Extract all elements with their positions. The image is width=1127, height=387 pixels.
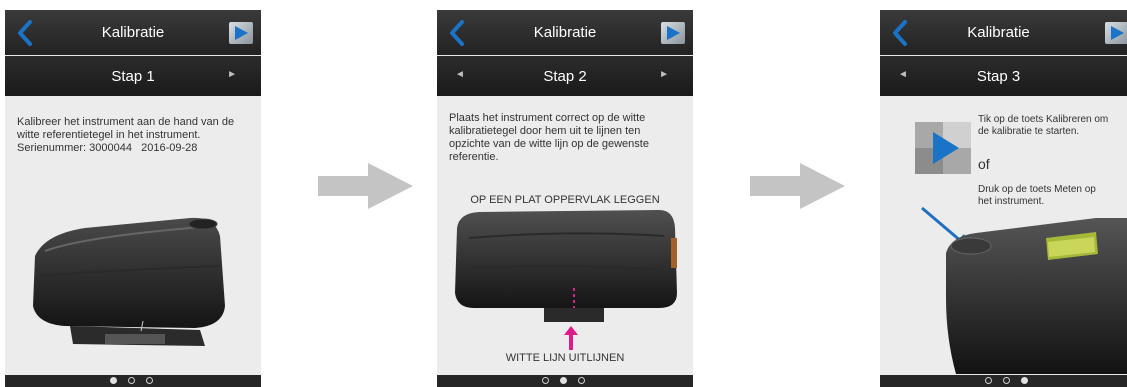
- play-icon: [1111, 26, 1124, 40]
- tip-line: de kalibratie te starten.: [978, 126, 1080, 137]
- step-navigation-bar: ◄ Stap 2 ►: [437, 56, 693, 96]
- instrument-image: [33, 217, 225, 346]
- calibration-screen-step3: Kalibratie ◄ Stap 3 Tik op de toets Kali…: [880, 10, 1127, 387]
- top-caption: OP EEN PLAT OPPERVLAK LEGGEN: [470, 194, 660, 206]
- serial-number: Serienummer: 3000044: [17, 142, 132, 154]
- description-line: Plaats het instrument correct op de witt…: [449, 112, 646, 124]
- step-label: Stap 2: [543, 68, 587, 85]
- step-navigation-bar: Stap 1 ►: [5, 56, 261, 96]
- alt-line: het instrument.: [978, 196, 1045, 207]
- description-line: Kalibreer het instrument aan de hand van…: [17, 116, 235, 128]
- play-button[interactable]: [1105, 22, 1127, 44]
- step-content: Kalibreer het instrument aan de hand van…: [5, 96, 261, 377]
- or-label: of: [978, 156, 990, 172]
- pager-dot-active: [560, 377, 567, 384]
- play-icon: [235, 26, 248, 40]
- pager-dots: [437, 375, 693, 387]
- pager-dot: [146, 377, 153, 384]
- serial-date: 2016-09-28: [141, 142, 198, 154]
- title-bar: Kalibratie: [880, 10, 1127, 55]
- tip-text: Tik op de toets Kalibreren om de kalibra…: [978, 114, 1127, 138]
- alt-line: Druk op de toets Meten op: [978, 184, 1096, 195]
- flow-arrow-icon: [750, 163, 845, 209]
- page-title: Kalibratie: [533, 24, 597, 41]
- description-line: witte referentietegel in het instrument.: [17, 129, 201, 141]
- play-button[interactable]: [661, 22, 685, 44]
- pager-dots: [880, 375, 1127, 387]
- next-step-arrow-icon[interactable]: ►: [227, 69, 237, 80]
- page-title: Kalibratie: [967, 24, 1030, 41]
- flow-arrow-icon: [318, 163, 413, 209]
- step-content: Plaats het instrument correct op de witt…: [437, 96, 693, 377]
- pager-dot-active: [110, 377, 117, 384]
- pager-dots: [5, 375, 261, 387]
- step-label: Stap 1: [111, 68, 155, 85]
- pager-dot: [985, 377, 992, 384]
- title-bar: Kalibratie: [5, 10, 261, 55]
- step-description: Kalibreer het instrument aan de hand van…: [17, 116, 252, 155]
- step-description: Plaats het instrument correct op de witt…: [449, 112, 684, 164]
- pager-dot-active: [1021, 377, 1028, 384]
- play-icon: [667, 26, 680, 40]
- instrument-topview-image: [455, 210, 677, 322]
- instrument-closeup-image: [946, 218, 1127, 374]
- description-line: kalibratietegel door hem uit te lijnen t…: [449, 125, 641, 137]
- calibration-screen-step2: Kalibratie ◄ Stap 2 ► Plaats het instrum…: [437, 10, 693, 387]
- next-step-arrow-icon[interactable]: ►: [659, 69, 669, 80]
- step-label: Stap 3: [976, 68, 1021, 85]
- description-line: opzichte van de witte lijn op de gewenst…: [449, 138, 649, 150]
- calibrate-button-play-icon[interactable]: [915, 122, 971, 174]
- serial-line: Serienummer: 3000044 2016-09-28: [17, 142, 252, 155]
- alignment-arrow-icon: [564, 326, 578, 350]
- step-content: Tik op de toets Kalibreren om de kalibra…: [880, 96, 1127, 377]
- calibration-screen-step1: Kalibratie Stap 1 ► Kalibreer het instru…: [5, 10, 261, 387]
- tip-line: Tik op de toets Kalibreren om: [978, 114, 1109, 125]
- pager-dot: [1003, 377, 1010, 384]
- description-line: referentie.: [449, 151, 499, 163]
- pager-dot: [128, 377, 135, 384]
- bottom-caption: WITTE LIJN UITLIJNEN: [505, 352, 625, 364]
- play-button[interactable]: [229, 22, 253, 44]
- pager-dot: [578, 377, 585, 384]
- page-title: Kalibratie: [101, 24, 165, 41]
- pager-dot: [542, 377, 549, 384]
- step-navigation-bar: ◄ Stap 3: [880, 56, 1127, 96]
- title-bar: Kalibratie: [437, 10, 693, 55]
- alternative-text: Druk op de toets Meten op het instrument…: [978, 184, 1127, 208]
